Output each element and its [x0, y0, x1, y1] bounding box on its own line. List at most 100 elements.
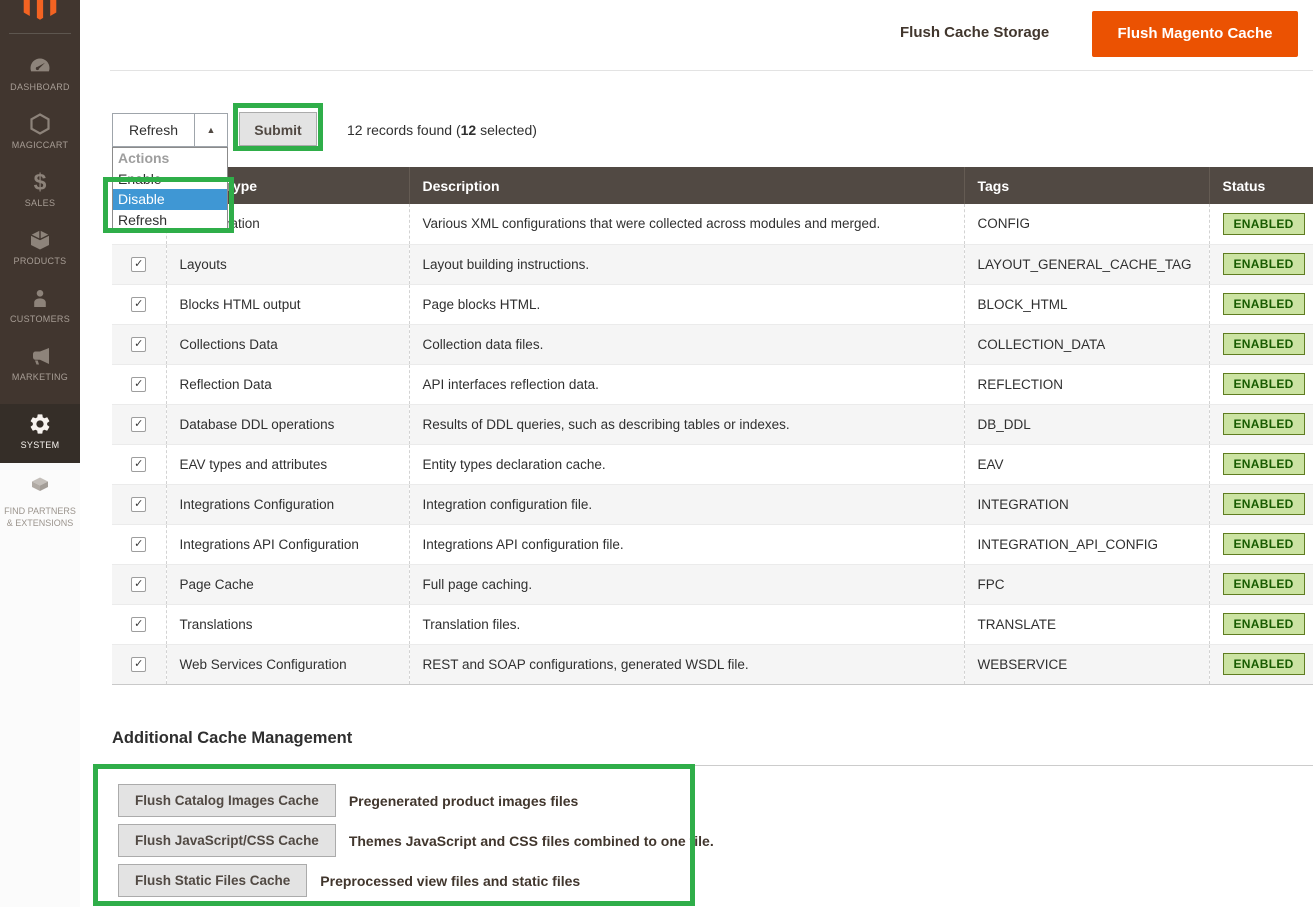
dropdown-group-actions: Actions: [113, 148, 227, 169]
sidebar-item-marketing[interactable]: MARKETING: [0, 336, 80, 394]
records-count: 12 records found (12 selected): [347, 122, 537, 138]
additional-action-row: Flush JavaScript/CSS Cache Themes JavaSc…: [118, 824, 714, 857]
cell-tag: FPC: [964, 564, 1209, 604]
row-checkbox[interactable]: ✓: [131, 417, 146, 432]
cell-tag: LAYOUT_GENERAL_CACHE_TAG: [964, 244, 1209, 284]
records-prefix: 12 records found (: [347, 122, 461, 138]
cell-description: Results of DDL queries, such as describi…: [409, 404, 964, 444]
cell-description: Page blocks HTML.: [409, 284, 964, 324]
cell-cache-type: Page Cache: [166, 564, 409, 604]
flush-javascript-css-description: Themes JavaScript and CSS files combined…: [349, 833, 714, 849]
sidebar-item-label: DASHBOARD: [0, 82, 80, 92]
cell-description: Entity types declaration cache.: [409, 444, 964, 484]
row-checkbox[interactable]: ✓: [131, 537, 146, 552]
sidebar-item-label: PRODUCTS: [0, 256, 80, 266]
checkmark-icon: ✓: [134, 298, 143, 310]
sidebar-divider: [9, 33, 71, 34]
sidebar-item-products[interactable]: PRODUCTS: [0, 220, 80, 278]
cell-tag: CONFIG: [964, 204, 1209, 244]
flush-magento-cache-button[interactable]: Flush Magento Cache: [1092, 11, 1298, 57]
admin-sidebar: DASHBOARD MAGICCART $ SALES PRODUCTS: [0, 0, 80, 463]
additional-action-row: Flush Catalog Images Cache Pregenerated …: [118, 784, 578, 817]
flush-javascript-css-cache-button[interactable]: Flush JavaScript/CSS Cache: [118, 824, 336, 857]
row-checkbox[interactable]: ✓: [131, 297, 146, 312]
checkmark-icon: ✓: [134, 458, 143, 470]
cell-cache-type: Web Services Configuration: [166, 644, 409, 684]
cell-cache-type: Blocks HTML output: [166, 284, 409, 324]
table-row: ✓ Translations Translation files. TRANSL…: [112, 604, 1313, 644]
cell-tag: REFLECTION: [964, 364, 1209, 404]
flush-static-files-cache-button[interactable]: Flush Static Files Cache: [118, 864, 307, 897]
dropdown-option-refresh[interactable]: Refresh: [113, 210, 227, 231]
sidebar-item-magiccart[interactable]: MAGICCART: [0, 104, 80, 162]
cell-description: Various XML configurations that were col…: [409, 204, 964, 244]
products-box-icon: [0, 228, 80, 252]
dropdown-option-enable[interactable]: Enable: [113, 169, 227, 189]
table-row: ✓ Reflection Data API interfaces reflect…: [112, 364, 1313, 404]
checkmark-icon: ✓: [134, 258, 143, 270]
actions-dropdown-menu: Actions Enable Disable Refresh: [112, 147, 228, 232]
row-checkbox[interactable]: ✓: [131, 657, 146, 672]
checkmark-icon: ✓: [134, 498, 143, 510]
sidebar-item-system[interactable]: SYSTEM: [0, 404, 80, 463]
status-badge: ENABLED: [1223, 533, 1305, 555]
table-row: ✓ Database DDL operations Results of DDL…: [112, 404, 1313, 444]
status-badge: ENABLED: [1223, 373, 1305, 395]
cell-description: Collection data files.: [409, 324, 964, 364]
status-badge: ENABLED: [1223, 333, 1305, 355]
dropdown-option-disable[interactable]: Disable: [113, 189, 227, 210]
status-badge: ENABLED: [1223, 293, 1305, 315]
sidebar-item-find-partners[interactable]: FIND PARTNERS & EXTENSIONS: [0, 472, 80, 529]
cell-tag: INTEGRATION: [964, 484, 1209, 524]
table-row: ✓ Blocks HTML output Page blocks HTML. B…: [112, 284, 1313, 324]
table-row: ✓ Web Services Configuration REST and SO…: [112, 644, 1313, 684]
flush-catalog-images-cache-button[interactable]: Flush Catalog Images Cache: [118, 784, 336, 817]
cell-description: API interfaces reflection data.: [409, 364, 964, 404]
sidebar-item-customers[interactable]: CUSTOMERS: [0, 278, 80, 336]
sidebar-item-dashboard[interactable]: DASHBOARD: [0, 46, 80, 104]
checkmark-icon: ✓: [134, 538, 143, 550]
cell-tag: DB_DDL: [964, 404, 1209, 444]
table-row: ✓ Integrations Configuration Integration…: [112, 484, 1313, 524]
flush-cache-storage-button[interactable]: Flush Cache Storage: [900, 24, 1049, 41]
row-checkbox[interactable]: ✓: [131, 377, 146, 392]
cell-description: REST and SOAP configurations, generated …: [409, 644, 964, 684]
table-row: ✓ Page Cache Full page caching. FPC ENAB…: [112, 564, 1313, 604]
customers-person-icon: [0, 286, 80, 310]
row-checkbox[interactable]: ✓: [131, 257, 146, 272]
row-checkbox[interactable]: ✓: [131, 577, 146, 592]
cell-cache-type: Translations: [166, 604, 409, 644]
status-badge: ENABLED: [1223, 493, 1305, 515]
sidebar-item-label: MAGICCART: [0, 140, 80, 150]
table-row: ✓ Layouts Layout building instructions. …: [112, 244, 1313, 284]
sidebar-item-label: CUSTOMERS: [0, 314, 80, 324]
row-checkbox[interactable]: ✓: [131, 337, 146, 352]
records-selected-count: 12: [461, 122, 477, 138]
status-badge: ENABLED: [1223, 413, 1305, 435]
table-row: ✓ Collections Data Collection data files…: [112, 324, 1313, 364]
actions-select[interactable]: Refresh ▲: [112, 113, 228, 147]
table-row: ✓ Configuration Various XML configuratio…: [112, 204, 1313, 244]
status-badge: ENABLED: [1223, 213, 1305, 235]
cell-cache-type: Integrations API Configuration: [166, 524, 409, 564]
cell-tag: COLLECTION_DATA: [964, 324, 1209, 364]
sidebar-item-sales[interactable]: $ SALES: [0, 162, 80, 220]
row-checkbox[interactable]: ✓: [131, 617, 146, 632]
cell-cache-type: Reflection Data: [166, 364, 409, 404]
additional-cache-title: Additional Cache Management: [112, 729, 352, 748]
flush-static-files-description: Preprocessed view files and static files: [320, 873, 580, 889]
status-badge: ENABLED: [1223, 253, 1305, 275]
cell-tag: EAV: [964, 444, 1209, 484]
row-checkbox[interactable]: ✓: [131, 457, 146, 472]
chevron-up-icon[interactable]: ▲: [194, 114, 227, 146]
magento-logo[interactable]: [23, 0, 57, 22]
table-header-row: ✓▼ Cache Type Description Tags Status: [112, 167, 1313, 204]
column-header-status: Status: [1209, 167, 1313, 204]
row-checkbox[interactable]: ✓: [131, 497, 146, 512]
submit-button[interactable]: Submit: [239, 112, 317, 146]
header-divider: [110, 70, 1313, 71]
magiccart-icon: [0, 112, 80, 136]
cell-tag: BLOCK_HTML: [964, 284, 1209, 324]
cell-cache-type: Database DDL operations: [166, 404, 409, 444]
checkmark-icon: ✓: [134, 338, 143, 350]
